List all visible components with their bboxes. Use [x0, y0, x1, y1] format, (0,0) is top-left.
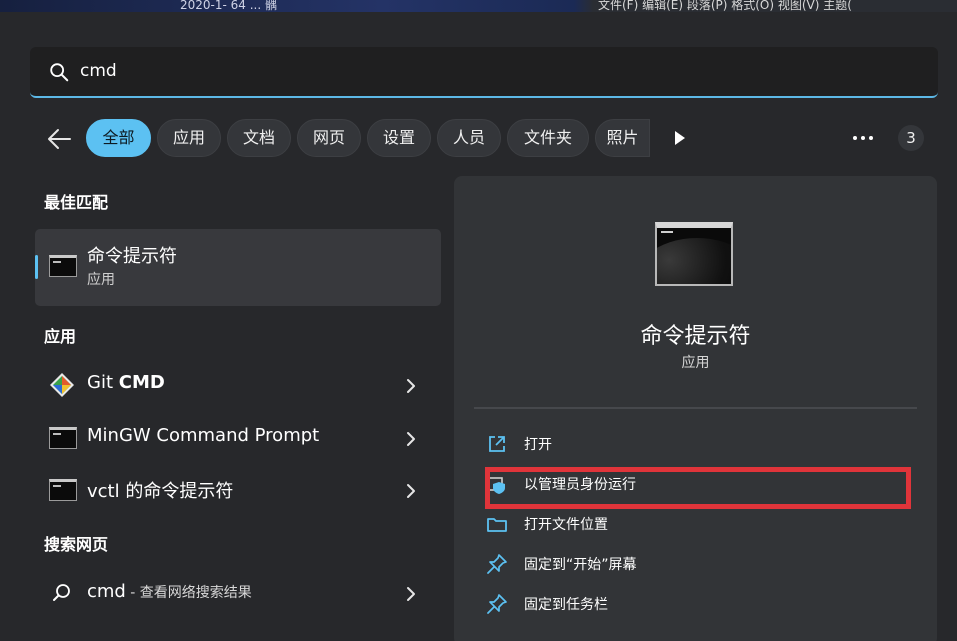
pin-icon — [487, 594, 507, 614]
background-date-text: 2020-1- 64 ... 髃 — [180, 0, 277, 12]
folder-icon — [487, 518, 507, 532]
terminal-icon — [49, 255, 77, 277]
action-pin-to-taskbar[interactable]: 固定到任务栏 — [484, 587, 904, 621]
filter-chip-apps[interactable]: 应用 — [157, 119, 221, 157]
back-arrow-icon[interactable] — [44, 125, 74, 153]
action-label: 固定到“开始”屏幕 — [524, 557, 637, 573]
highlight-annotation-box — [485, 467, 911, 509]
chevron-right-icon[interactable] — [405, 586, 417, 602]
detail-title: 命令提示符 — [640, 324, 751, 349]
action-pin-to-start[interactable]: 固定到“开始”屏幕 — [484, 547, 904, 581]
filter-chip-people[interactable]: 人员 — [437, 119, 501, 157]
web-search-heading: 搜索网页 — [44, 535, 109, 554]
search-input[interactable] — [80, 55, 900, 87]
filter-chip-web[interactable]: 网页 — [297, 119, 361, 157]
background-menu-text: 文件(F) 编辑(E) 段落(P) 格式(O) 视图(V) 主题( — [598, 0, 852, 12]
app-item-label: vctl 的命令提示符 — [87, 481, 234, 502]
action-label: 打开 — [524, 437, 552, 453]
search-icon — [53, 584, 70, 601]
action-open-file-location[interactable]: 打开文件位置 — [484, 507, 904, 541]
filter-chip-photos[interactable]: 照片 — [595, 119, 650, 157]
terminal-app-icon — [655, 222, 733, 286]
more-options-icon[interactable] — [850, 129, 876, 147]
chevron-right-icon[interactable] — [405, 483, 417, 499]
app-item-mingw[interactable]: MinGW Command Prompt — [35, 413, 441, 463]
web-search-label: cmd - 查看网络搜索结果 — [87, 581, 252, 602]
filter-chip-all[interactable]: 全部 — [86, 119, 151, 157]
action-label: 固定到任务栏 — [524, 597, 608, 613]
app-item-git-cmd[interactable]: Git CMD — [35, 360, 441, 410]
detail-divider — [474, 407, 917, 409]
best-match-title: 命令提示符 — [87, 246, 177, 267]
filter-bar: 全部 应用 文档 网页 设置 人员 文件夹 照片 3 — [44, 119, 924, 159]
apps-heading: 应用 — [44, 327, 77, 346]
chevron-right-icon[interactable] — [405, 378, 417, 394]
best-match-subtitle: 应用 — [87, 272, 115, 288]
best-match-heading: 最佳匹配 — [44, 193, 109, 212]
pin-icon — [487, 554, 507, 574]
selection-indicator — [35, 255, 38, 279]
app-item-vctl[interactable]: vctl 的命令提示符 — [35, 465, 441, 515]
result-count-badge: 3 — [898, 125, 924, 151]
web-search-item[interactable]: cmd - 查看网络搜索结果 — [35, 568, 441, 618]
app-item-label: Git CMD — [87, 372, 165, 393]
app-item-label: MinGW Command Prompt — [87, 425, 320, 446]
filter-chip-settings[interactable]: 设置 — [367, 119, 431, 157]
chevron-right-icon[interactable] — [405, 431, 417, 447]
scroll-right-play-icon[interactable] — [670, 129, 688, 147]
detail-subtitle: 应用 — [681, 355, 710, 371]
best-match-item[interactable]: 命令提示符 应用 — [35, 229, 441, 306]
terminal-icon — [49, 427, 77, 449]
filter-chip-folders[interactable]: 文件夹 — [507, 119, 589, 157]
terminal-icon — [49, 479, 77, 501]
open-external-icon — [489, 436, 505, 452]
detail-panel: 命令提示符 应用 打开 以管理员身份运行 打开文件位置 固定到“开始”屏幕 固定… — [454, 176, 937, 641]
background-window-strip: 2020-1- 64 ... 髃 文件(F) 编辑(E) 段落(P) 格式(O)… — [0, 0, 957, 12]
start-search-window: 2020-1- 64 ... 髃 文件(F) 编辑(E) 段落(P) 格式(O)… — [0, 0, 957, 641]
search-icon — [50, 63, 69, 82]
filter-chip-documents[interactable]: 文档 — [227, 119, 291, 157]
action-open[interactable]: 打开 — [484, 427, 904, 461]
action-label: 打开文件位置 — [524, 517, 608, 533]
git-icon — [50, 373, 74, 397]
search-box[interactable] — [30, 47, 938, 98]
